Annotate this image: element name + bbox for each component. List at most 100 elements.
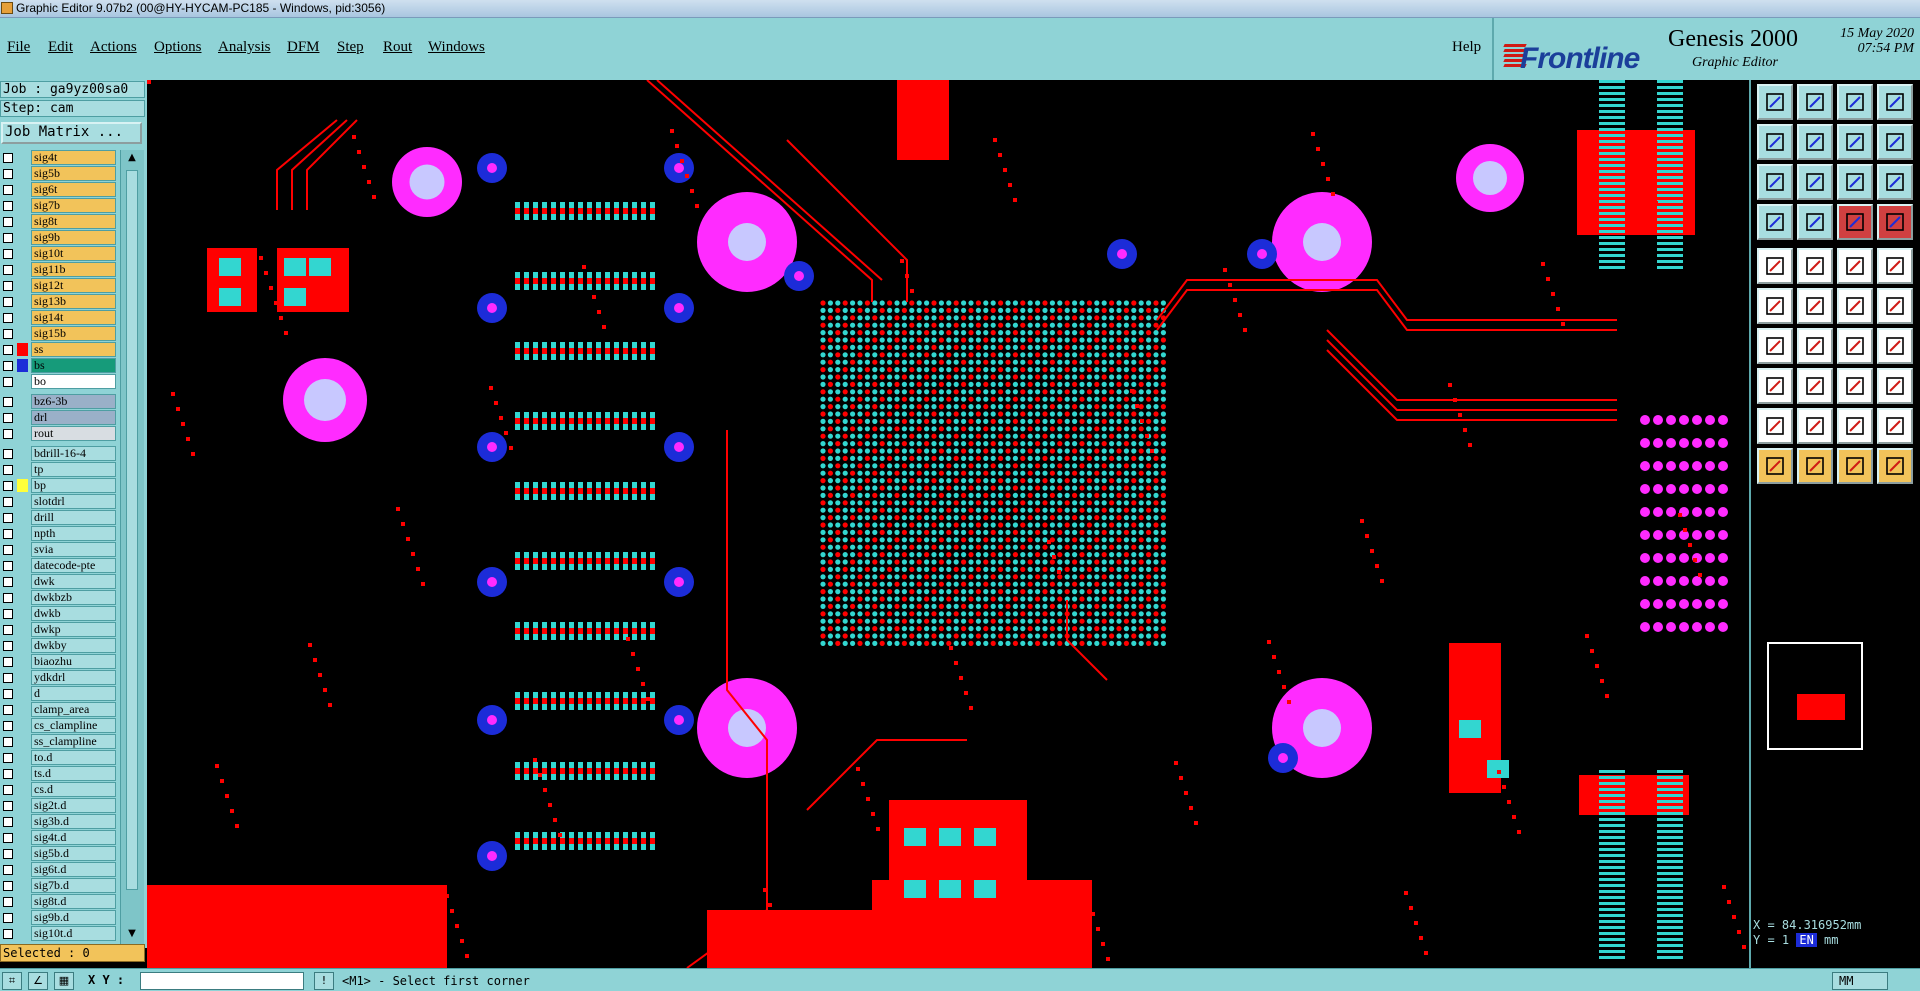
layer-name[interactable]: ts.d [31, 766, 116, 781]
layer-icon[interactable] [1837, 204, 1873, 240]
scroll-up-icon[interactable]: ▲ [125, 152, 139, 166]
layer-row[interactable]: dwkb [0, 606, 118, 621]
layer-row[interactable]: sig4t [0, 150, 118, 165]
layer-name[interactable]: bs [31, 358, 116, 373]
layer-name[interactable]: sig7b.d [31, 878, 116, 893]
menu-rout[interactable]: Rout [383, 39, 412, 56]
snap-angle-icon[interactable]: ∠ [28, 972, 48, 990]
line-edit-icon[interactable] [1797, 328, 1833, 364]
layer-checkbox[interactable] [3, 641, 13, 651]
layer-checkbox[interactable] [3, 201, 13, 211]
layer-name[interactable]: slotdrl [31, 494, 116, 509]
layer-scrollbar[interactable]: ▲ ▼ [120, 150, 144, 946]
layer-checkbox[interactable] [3, 449, 13, 459]
layer-checkbox[interactable] [3, 561, 13, 571]
xy-input[interactable] [140, 972, 304, 990]
layer-checkbox[interactable] [3, 265, 13, 275]
add-line-icon[interactable] [1837, 288, 1873, 324]
layer-row[interactable]: sig9b.d [0, 910, 118, 925]
layer-row[interactable]: bdrill-16-4 [0, 446, 118, 461]
layer-checkbox[interactable] [3, 345, 13, 355]
layer-row[interactable]: drill [0, 510, 118, 525]
menu-dfm[interactable]: DFM [287, 39, 320, 56]
layer-checkbox[interactable] [3, 897, 13, 907]
layer-checkbox[interactable] [3, 801, 13, 811]
layer-name[interactable]: dwk [31, 574, 116, 589]
layer-name[interactable]: sig3b.d [31, 814, 116, 829]
layer-checkbox[interactable] [3, 737, 13, 747]
measure-icon[interactable] [1797, 204, 1833, 240]
layer-checkbox[interactable] [3, 913, 13, 923]
route-icon[interactable] [1877, 448, 1913, 484]
layer-row[interactable]: sig6t [0, 182, 118, 197]
layer-row[interactable]: ydkdrl [0, 670, 118, 685]
layer-checkbox[interactable] [3, 185, 13, 195]
arc-icon[interactable] [1837, 328, 1873, 364]
layer-checkbox[interactable] [3, 625, 13, 635]
layer-name[interactable]: sig13b [31, 294, 116, 309]
layer-checkbox[interactable] [3, 429, 13, 439]
layer-row[interactable]: clamp_area [0, 702, 118, 717]
place-icon[interactable] [1837, 368, 1873, 404]
layer-row[interactable]: sig13b [0, 294, 118, 309]
zoom-frame-icon[interactable]: ⌗ [2, 972, 22, 990]
layer-row[interactable]: sig15b [0, 326, 118, 341]
layer-name[interactable]: sig8t [31, 214, 116, 229]
layer-row[interactable]: dwkby [0, 638, 118, 653]
array-icon[interactable] [1877, 368, 1913, 404]
layer-row[interactable]: d [0, 686, 118, 701]
scroll-thumb[interactable] [126, 170, 138, 890]
zoom-pan-icon[interactable] [1797, 84, 1833, 120]
layer-name[interactable]: to.d [31, 750, 116, 765]
zoom-grid-icon[interactable] [1877, 84, 1913, 120]
layer-row[interactable]: sig12t [0, 278, 118, 293]
fit-screen-icon[interactable] [1837, 124, 1873, 160]
layer-name[interactable]: sig9b [31, 230, 116, 245]
layer-row[interactable]: sig4t.d [0, 830, 118, 845]
layer-name[interactable]: sig2t.d [31, 798, 116, 813]
layer-checkbox[interactable] [3, 169, 13, 179]
triangle-a-icon[interactable] [1837, 408, 1873, 444]
layer-checkbox[interactable] [3, 413, 13, 423]
trace-icon[interactable] [1797, 368, 1833, 404]
layer-name[interactable]: rout [31, 426, 116, 441]
fit-left-icon[interactable] [1757, 124, 1793, 160]
layer-checkbox[interactable] [3, 313, 13, 323]
layer-row[interactable]: sig2t.d [0, 798, 118, 813]
layer-checkbox[interactable] [3, 481, 13, 491]
zoom-house-icon[interactable] [1837, 84, 1873, 120]
layer-name[interactable]: drl [31, 410, 116, 425]
triangle-b-icon[interactable] [1877, 408, 1913, 444]
layer-checkbox[interactable] [3, 785, 13, 795]
layer-name[interactable]: dwkb [31, 606, 116, 621]
layer-row[interactable]: sig7b [0, 198, 118, 213]
layer-row[interactable]: dwkbzb [0, 590, 118, 605]
layer-row[interactable]: sig10t [0, 246, 118, 261]
menu-help[interactable]: Help [1452, 39, 1481, 56]
layer-name[interactable]: sig11b [31, 262, 116, 277]
menu-options[interactable]: Options [154, 39, 202, 56]
layer-name[interactable]: dwkbzb [31, 590, 116, 605]
menu-analysis[interactable]: Analysis [218, 39, 271, 56]
layer-checkbox[interactable] [3, 153, 13, 163]
layer-row[interactable]: bs [0, 358, 118, 373]
layer-name[interactable]: ss [31, 342, 116, 357]
layer-checkbox[interactable] [3, 233, 13, 243]
net-icon[interactable] [1757, 288, 1793, 324]
layer-checkbox[interactable] [3, 865, 13, 875]
layer-checkbox[interactable] [3, 817, 13, 827]
mirror-icon[interactable] [1877, 124, 1913, 160]
layer-name[interactable]: sig6t.d [31, 862, 116, 877]
fill-icon[interactable] [1877, 328, 1913, 364]
layer-checkbox[interactable] [3, 753, 13, 763]
layer-name[interactable]: bz6-3b [31, 394, 116, 409]
layer-checkbox[interactable] [3, 529, 13, 539]
layer-name[interactable]: sig6t [31, 182, 116, 197]
layer-row[interactable]: biaozhu [0, 654, 118, 669]
layer-checkbox[interactable] [3, 593, 13, 603]
menu-actions[interactable]: Actions [90, 39, 137, 56]
select-pad-icon[interactable] [1757, 248, 1793, 284]
select-area-icon[interactable] [1797, 248, 1833, 284]
pcb-view[interactable] [147, 80, 1749, 968]
layer-checkbox[interactable] [3, 721, 13, 731]
